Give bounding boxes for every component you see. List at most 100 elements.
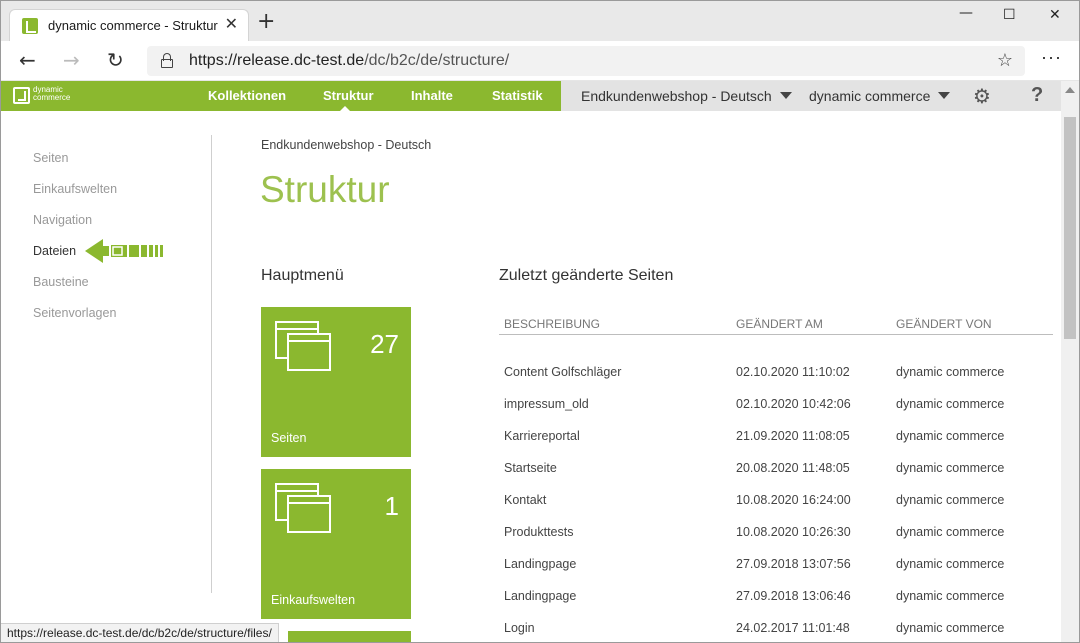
brand-text: dynamic commerce [33,85,71,102]
cell-author: dynamic commerce [896,493,1005,507]
cell-date: 02.10.2020 11:10:02 [736,365,850,379]
header-divider [499,334,1053,335]
sidebar-item-dateien[interactable]: Dateien [33,244,76,258]
breadcrumb: Endkundenwebshop - Deutsch [261,138,432,152]
user-select[interactable]: dynamic commerce [809,88,951,104]
close-window-button[interactable]: ✕ [1049,7,1061,23]
cell-date: 10.08.2020 10:26:30 [736,525,851,539]
column-header-changed-at[interactable]: GEÄNDERT AM [736,317,823,331]
cell-date: 27.09.2018 13:06:46 [736,589,851,603]
page-title: Struktur [260,169,390,210]
cell-author: dynamic commerce [896,557,1005,571]
cell-author: dynamic commerce [896,397,1005,411]
nav-inhalte[interactable]: Inhalte [411,88,453,103]
cell-description[interactable]: Startseite [504,461,557,475]
scroll-thumb[interactable] [1064,117,1076,339]
cell-author: dynamic commerce [896,525,1005,539]
table-row[interactable]: Kontakt 10.08.2020 16:24:00 dynamic comm… [499,493,1053,525]
site-favicon-icon [22,18,38,34]
active-nav-indicator [339,106,351,112]
logo-icon [13,87,30,104]
table-row[interactable]: Produkttests 10.08.2020 10:26:30 dynamic… [499,525,1053,557]
recent-pages-heading: Zuletzt geänderte Seiten [499,267,674,284]
windows-icon [275,483,335,539]
tile-count: 27 [370,329,399,359]
pointer-arrow-icon [85,239,163,263]
app-navbar: dynamic commerce Kollektionen Struktur I… [1,81,1061,112]
cell-author: dynamic commerce [896,429,1005,443]
lock-icon [161,53,173,68]
cell-description[interactable]: Content Golfschläger [504,365,621,379]
column-header-changed-by[interactable]: GEÄNDERT VON [896,317,992,331]
sidebar: Seiten Einkaufswelten Navigation Dateien… [1,111,213,601]
cell-date: 27.09.2018 13:07:56 [736,557,851,571]
nav-kollektionen[interactable]: Kollektionen [208,88,286,103]
browser-tab[interactable]: dynamic commerce - Struktur ✕ [9,9,249,41]
table-row[interactable]: Landingpage 27.09.2018 13:06:46 dynamic … [499,589,1053,621]
cell-description[interactable]: impressum_old [504,397,589,411]
sidebar-item-navigation[interactable]: Navigation [33,213,92,227]
more-menu-button[interactable]: ··· [1041,47,1062,68]
maximize-button[interactable]: ☐ [1003,7,1016,23]
help-icon[interactable]: ? [1031,84,1043,107]
nav-struktur[interactable]: Struktur [323,88,374,103]
sidebar-item-einkaufswelten[interactable]: Einkaufswelten [33,182,117,196]
tile-label: Einkaufswelten [271,593,356,607]
tile-count: 1 [384,491,399,521]
cell-description[interactable]: Landingpage [504,557,576,571]
tile-seiten[interactable]: 27 Seiten [261,307,411,457]
hauptmenu-heading: Hauptmenü [261,267,344,284]
table-row[interactable]: Content Golfschläger 02.10.2020 11:10:02… [499,365,1053,397]
cell-date: 10.08.2020 16:24:00 [736,493,851,507]
tab-close-icon[interactable]: ✕ [225,16,238,34]
favorite-star-icon[interactable]: ☆ [997,50,1013,71]
gear-icon[interactable]: ⚙ [973,85,991,107]
status-bar-url: https://release.dc-test.de/dc/b2c/de/str… [1,623,279,642]
chevron-down-icon [938,92,951,99]
cell-author: dynamic commerce [896,589,1005,603]
main-nav: dynamic commerce Kollektionen Struktur I… [1,81,561,112]
column-header-description[interactable]: BESCHREIBUNG [504,317,600,331]
brand-logo[interactable]: dynamic commerce [13,86,83,106]
cell-date: 20.08.2020 11:48:05 [736,461,850,475]
cell-description[interactable]: Produkttests [504,525,573,539]
windows-icon [275,321,335,377]
cell-author: dynamic commerce [896,621,1005,635]
browser-window: dynamic commerce - Struktur ✕ + — ☐ ✕ ← … [0,0,1080,643]
minimize-button[interactable]: — [959,5,973,21]
scroll-up-icon[interactable] [1065,87,1075,93]
table-row[interactable]: Karriereportal 21.09.2020 11:08:05 dynam… [499,429,1053,461]
chevron-down-icon [779,92,792,99]
shop-select[interactable]: Endkundenwebshop - Deutsch [581,88,792,104]
cell-description[interactable]: Landingpage [504,589,576,603]
new-tab-button[interactable]: + [257,11,275,33]
page-scrollbar[interactable] [1061,81,1079,642]
tab-title: dynamic commerce - Struktur [48,18,218,33]
address-bar: ← → ↻ https://release.dc-test.de/dc/b2c/… [1,41,1079,81]
reload-button[interactable]: ↻ [107,49,124,71]
tile-einkaufswelten[interactable]: 1 Einkaufswelten [261,469,411,619]
tile-label: Seiten [271,431,307,445]
sidebar-item-seiten[interactable]: Seiten [33,151,68,165]
cell-description[interactable]: Login [504,621,535,635]
tab-strip: dynamic commerce - Struktur ✕ + — ☐ ✕ [1,1,1079,41]
tile-partial[interactable] [288,631,411,642]
cell-date: 24.02.2017 11:01:48 [736,621,850,635]
back-button[interactable]: ← [19,49,36,71]
table-row[interactable]: Login 24.02.2017 11:01:48 dynamic commer… [499,621,1053,642]
cell-author: dynamic commerce [896,461,1005,475]
table-row[interactable]: Startseite 20.08.2020 11:48:05 dynamic c… [499,461,1053,493]
cell-description[interactable]: Kontakt [504,493,546,507]
table-row[interactable]: Landingpage 27.09.2018 13:07:56 dynamic … [499,557,1053,589]
sidebar-item-bausteine[interactable]: Bausteine [33,275,89,289]
forward-button[interactable]: → [63,49,80,71]
nav-statistik[interactable]: Statistik [492,88,543,103]
sidebar-divider [211,135,212,593]
cell-date: 21.09.2020 11:08:05 [736,429,850,443]
url-text: https://release.dc-test.de/dc/b2c/de/str… [189,52,510,69]
cell-date: 02.10.2020 10:42:06 [736,397,851,411]
table-row[interactable]: impressum_old 02.10.2020 10:42:06 dynami… [499,397,1053,429]
cell-description[interactable]: Karriereportal [504,429,580,443]
sidebar-item-seitenvorlagen[interactable]: Seitenvorlagen [33,306,116,320]
url-input[interactable]: https://release.dc-test.de/dc/b2c/de/str… [147,46,1025,76]
